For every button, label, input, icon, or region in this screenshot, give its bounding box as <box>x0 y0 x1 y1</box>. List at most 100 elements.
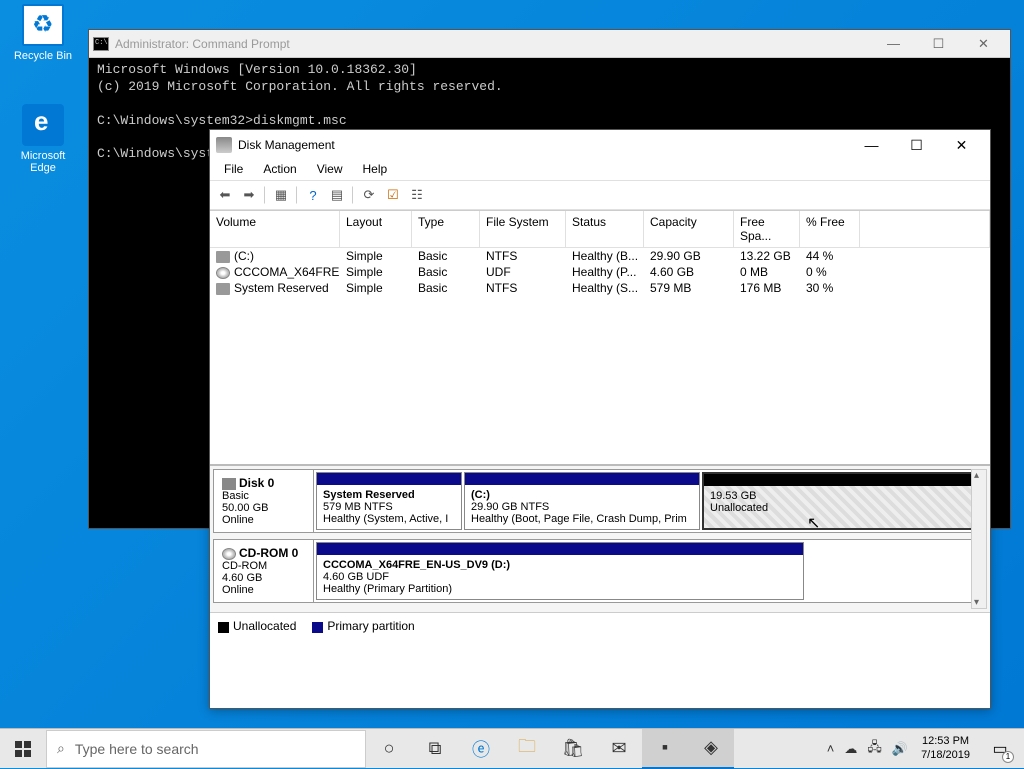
clock[interactable]: 12:53 PM 7/18/2019 <box>913 735 978 761</box>
cdrom-0-row[interactable]: CD-ROM 0 CD-ROM 4.60 GB Online CCCOMA_X6… <box>213 539 987 603</box>
taskbar-store[interactable]: 🛍 <box>550 729 596 769</box>
col-spacer <box>860 211 990 247</box>
disk-0-type: Basic <box>222 490 249 502</box>
dm-minimize-button[interactable]: — <box>849 131 894 159</box>
partition-system-reserved[interactable]: System Reserved 579 MB NTFS Healthy (Sys… <box>316 472 462 530</box>
part-name: (C:) <box>471 489 490 501</box>
menu-file[interactable]: File <box>214 160 253 180</box>
col-pct-free[interactable]: % Free <box>800 211 860 247</box>
dm-title: Disk Management <box>238 138 849 152</box>
taskbar: ⌕ Type here to search ○ ⧉ ⓔ 🗀 🛍 ✉ ▪ ◈ ˄ … <box>0 728 1024 768</box>
col-layout[interactable]: Layout <box>340 211 412 247</box>
col-volume[interactable]: Volume <box>210 211 340 247</box>
recycle-bin-icon <box>22 4 64 46</box>
partition-c[interactable]: (C:) 29.90 GB NTFS Healthy (Boot, Page F… <box>464 472 700 530</box>
part-size: 579 MB NTFS <box>323 501 393 513</box>
part-status: Healthy (Boot, Page File, Crash Dump, Pr… <box>471 513 687 525</box>
disk-management-window: Disk Management — ☐ ✕ File Action View H… <box>209 129 991 709</box>
col-filesystem[interactable]: File System <box>480 211 566 247</box>
cmd-close-button[interactable]: ✕ <box>961 30 1006 58</box>
taskbar-explorer[interactable]: 🗀 <box>504 729 550 769</box>
part-status: Healthy (Primary Partition) <box>323 583 452 595</box>
taskbar-edge[interactable]: ⓔ <box>458 729 504 769</box>
separator <box>352 186 354 204</box>
vertical-scrollbar[interactable] <box>971 469 987 609</box>
forward-button[interactable]: ➡ <box>238 184 260 206</box>
menu-view[interactable]: View <box>307 160 353 180</box>
part-size: 4.60 GB UDF <box>323 571 389 583</box>
dm-close-button[interactable]: ✕ <box>939 131 984 159</box>
dm-toolbar: ⬅ ➡ ▦ ? ▤ ⟳ ☑ ☷ <box>210 180 990 210</box>
cdrom-0-status: Online <box>222 584 254 596</box>
microsoft-edge[interactable]: Microsoft Edge <box>8 104 78 174</box>
legend: Unallocated Primary partition <box>210 612 990 639</box>
volume-list-space[interactable] <box>210 296 990 464</box>
cmd-title: Administrator: Command Prompt <box>115 37 871 51</box>
notification-badge: 1 <box>1002 751 1014 763</box>
separator <box>296 186 298 204</box>
volume-row[interactable]: (C:)SimpleBasicNTFSHealthy (B...29.90 GB… <box>210 248 990 264</box>
tray-volume-icon[interactable]: 🔊 <box>887 741 913 757</box>
cmd-minimize-button[interactable]: — <box>871 30 916 58</box>
help-button[interactable]: ? <box>302 184 324 206</box>
windows-icon <box>15 741 31 757</box>
cdrom-icon <box>222 548 236 560</box>
col-capacity[interactable]: Capacity <box>644 211 734 247</box>
cmd-icon <box>93 37 109 51</box>
legend-primary: Primary partition <box>327 619 414 633</box>
check-button[interactable]: ☑ <box>382 184 404 206</box>
disk-0-size: 50.00 GB <box>222 502 268 514</box>
col-status[interactable]: Status <box>566 211 644 247</box>
start-button[interactable] <box>0 729 46 769</box>
action-center-button[interactable]: ▭ 1 <box>978 729 1022 769</box>
refresh-button[interactable]: ⟳ <box>358 184 380 206</box>
volume-icon <box>216 267 230 279</box>
taskbar-diskmgmt[interactable]: ◈ <box>688 729 734 769</box>
cortana-button[interactable]: ○ <box>366 729 412 769</box>
disk-0-row[interactable]: Disk 0 Basic 50.00 GB Online System Rese… <box>213 469 987 533</box>
disk-0-name: Disk 0 <box>239 476 274 490</box>
volume-icon <box>216 283 230 295</box>
clock-time: 12:53 PM <box>921 735 970 748</box>
legend-swatch-unalloc <box>218 622 229 633</box>
col-free[interactable]: Free Spa... <box>734 211 800 247</box>
tray-network-icon[interactable]: 🖧 <box>862 738 887 760</box>
part-size: 29.90 GB NTFS <box>471 501 549 513</box>
search-icon: ⌕ <box>57 740 65 757</box>
back-button[interactable]: ⬅ <box>214 184 236 206</box>
part-status: Healthy (System, Active, I <box>323 513 448 525</box>
cmd-maximize-button[interactable]: ☐ <box>916 30 961 58</box>
settings-button[interactable]: ▤ <box>326 184 348 206</box>
volume-row[interactable]: CCCOMA_X64FRE...SimpleBasicUDFHealthy (P… <box>210 264 990 280</box>
task-view-button[interactable]: ⧉ <box>412 729 458 769</box>
cdrom-0-size: 4.60 GB <box>222 572 262 584</box>
tray-chevron-icon[interactable]: ˄ <box>822 741 840 756</box>
tray-onedrive-icon[interactable]: ☁ <box>839 741 862 757</box>
menu-help[interactable]: Help <box>353 160 398 180</box>
separator <box>264 186 266 204</box>
partition-cdrom[interactable]: CCCOMA_X64FRE_EN-US_DV9 (D:) 4.60 GB UDF… <box>316 542 804 600</box>
system-tray: ˄ ☁ 🖧 🔊 12:53 PM 7/18/2019 ▭ 1 <box>822 729 1024 768</box>
col-type[interactable]: Type <box>412 211 480 247</box>
part-status: Unallocated <box>710 502 768 514</box>
dm-icon <box>216 137 232 153</box>
search-input[interactable]: ⌕ Type here to search <box>46 730 366 768</box>
list-button[interactable]: ☷ <box>406 184 428 206</box>
dm-maximize-button[interactable]: ☐ <box>894 131 939 159</box>
part-size: 19.53 GB <box>710 490 756 502</box>
recycle-bin[interactable]: Recycle Bin <box>8 4 78 62</box>
volume-icon <box>216 251 230 263</box>
volume-row[interactable]: System ReservedSimpleBasicNTFSHealthy (S… <box>210 280 990 296</box>
cdrom-0-info: CD-ROM 0 CD-ROM 4.60 GB Online <box>214 540 314 602</box>
dm-titlebar[interactable]: Disk Management — ☐ ✕ <box>210 130 990 160</box>
edge-label: Microsoft Edge <box>8 150 78 174</box>
show-hide-button[interactable]: ▦ <box>270 184 292 206</box>
disk-0-info: Disk 0 Basic 50.00 GB Online <box>214 470 314 532</box>
taskbar-cmd[interactable]: ▪ <box>642 729 688 769</box>
part-name: CCCOMA_X64FRE_EN-US_DV9 (D:) <box>323 559 510 571</box>
taskbar-mail[interactable]: ✉ <box>596 729 642 769</box>
legend-unalloc: Unallocated <box>233 619 296 633</box>
cmd-titlebar[interactable]: Administrator: Command Prompt — ☐ ✕ <box>89 30 1010 58</box>
partition-unallocated[interactable]: 19.53 GB Unallocated <box>702 472 984 530</box>
menu-action[interactable]: Action <box>253 160 306 180</box>
